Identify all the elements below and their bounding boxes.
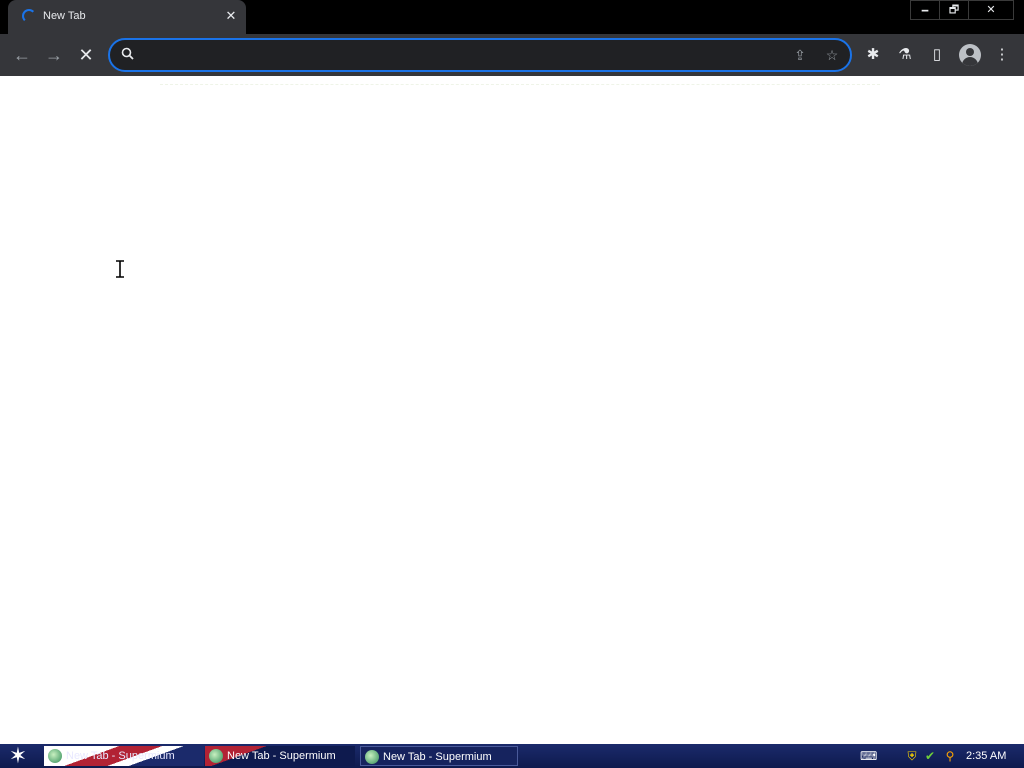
back-button[interactable]: ← bbox=[8, 41, 36, 69]
loading-strip bbox=[160, 84, 880, 91]
stop-loading-button[interactable]: ✕ bbox=[72, 41, 100, 69]
address-bar[interactable]: ⇪ ☆ bbox=[108, 38, 852, 72]
profile-avatar[interactable] bbox=[959, 44, 981, 66]
text-cursor-icon bbox=[116, 260, 124, 278]
window-controls: 🗕 🗗 ✕ bbox=[910, 0, 1014, 20]
taskbar-item-label: New Tab - Supermium bbox=[66, 750, 175, 762]
page-content[interactable] bbox=[0, 76, 1024, 744]
search-icon[interactable]: ⚲ bbox=[942, 748, 958, 764]
browser-toolbar: ← → ✕ ⇪ ☆ ✱ ⚗ ▯ ⋮ bbox=[0, 34, 1024, 76]
tab-new-tab[interactable]: New Tab ✕ bbox=[8, 0, 246, 34]
shield-icon[interactable]: ⛨ bbox=[904, 748, 920, 764]
tab-strip: New Tab ✕ 🗕 🗗 ✕ bbox=[0, 0, 1024, 34]
taskbar-item-label: New Tab - Supermium bbox=[227, 750, 336, 762]
labs-flask-icon[interactable]: ⚗ bbox=[894, 44, 916, 66]
address-input[interactable] bbox=[142, 44, 746, 68]
forward-button[interactable]: → bbox=[40, 41, 68, 69]
tab-title: New Tab bbox=[43, 10, 86, 22]
minimize-button[interactable]: 🗕 bbox=[910, 0, 940, 20]
start-button[interactable]: ✶ bbox=[4, 745, 32, 767]
close-window-button[interactable]: ✕ bbox=[968, 0, 1014, 20]
check-icon[interactable]: ✔ bbox=[922, 748, 938, 764]
browser-globe-icon bbox=[48, 749, 62, 763]
browser-globe-icon bbox=[365, 750, 379, 764]
search-icon bbox=[121, 47, 134, 60]
restore-button[interactable]: 🗗 bbox=[939, 0, 969, 20]
taskbar-item[interactable]: New Tab - Supermium bbox=[44, 746, 204, 766]
keyboard-icon[interactable]: ⌨ bbox=[860, 748, 877, 764]
taskbar-item-active[interactable]: New Tab - Supermium bbox=[360, 746, 518, 766]
tab-close-icon[interactable]: ✕ bbox=[222, 7, 240, 25]
share-icon[interactable]: ⇪ bbox=[790, 45, 810, 65]
extensions-icon[interactable]: ✱ bbox=[862, 44, 884, 66]
clock[interactable]: 2:35 AM bbox=[966, 744, 1006, 768]
taskbar: ✶ New Tab - Supermium New Tab - Supermiu… bbox=[0, 744, 1024, 768]
side-panel-icon[interactable]: ▯ bbox=[926, 44, 948, 66]
menu-icon[interactable]: ⋮ bbox=[991, 44, 1013, 66]
loading-spinner-icon bbox=[22, 9, 36, 23]
browser-globe-icon bbox=[209, 749, 223, 763]
taskbar-item[interactable]: New Tab - Supermium bbox=[205, 746, 355, 766]
bookmark-star-icon[interactable]: ☆ bbox=[822, 45, 842, 65]
taskbar-item-label: New Tab - Supermium bbox=[383, 751, 492, 763]
